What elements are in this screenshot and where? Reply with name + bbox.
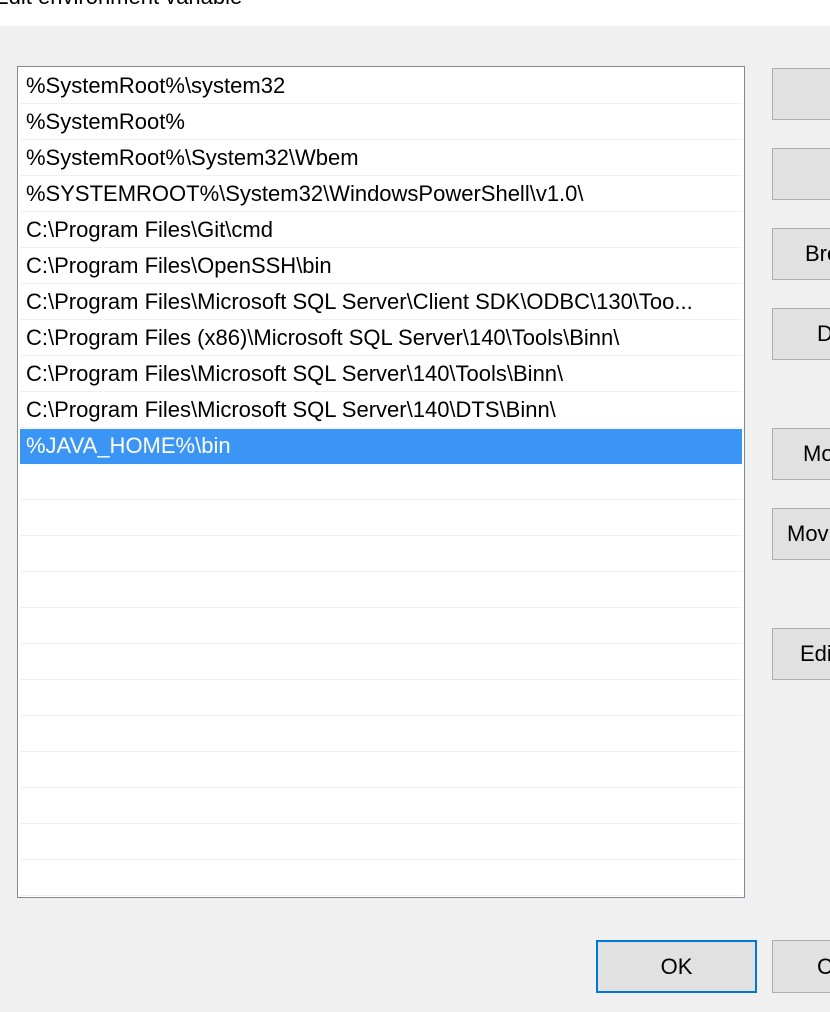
edit-text-button[interactable]: Edi — [772, 628, 830, 680]
empty-list-row[interactable] — [20, 753, 742, 788]
list-item[interactable]: %SystemRoot%\system32 — [20, 69, 742, 104]
list-item[interactable]: C:\Program Files\Microsoft SQL Server\Cl… — [20, 285, 742, 320]
empty-list-row[interactable] — [20, 537, 742, 572]
browse-button[interactable]: Bro — [772, 228, 830, 280]
move-down-button[interactable]: Mov — [772, 508, 830, 560]
list-item[interactable]: %SYSTEMROOT%\System32\WindowsPowerShell\… — [20, 177, 742, 212]
window-title: Edit environment variable — [0, 0, 242, 10]
empty-list-row[interactable] — [20, 573, 742, 608]
empty-list-row[interactable] — [20, 609, 742, 644]
empty-list-row[interactable] — [20, 861, 742, 896]
empty-list-row[interactable] — [20, 681, 742, 716]
list-item[interactable]: C:\Program Files (x86)\Microsoft SQL Ser… — [20, 321, 742, 356]
edit-button[interactable] — [772, 148, 830, 200]
delete-button[interactable]: D — [772, 308, 830, 360]
ok-button[interactable]: OK — [596, 940, 757, 993]
list-item[interactable]: C:\Program Files\OpenSSH\bin — [20, 249, 742, 284]
empty-list-row[interactable] — [20, 645, 742, 680]
list-item[interactable]: C:\Program Files\Microsoft SQL Server\14… — [20, 357, 742, 392]
edit-env-variable-dialog: Edit environment variable %SystemRoot%\s… — [0, 0, 830, 1012]
list-item-selected[interactable]: %JAVA_HOME%\bin — [20, 429, 742, 464]
list-item[interactable]: C:\Program Files\Microsoft SQL Server\14… — [20, 393, 742, 428]
list-item[interactable]: %SystemRoot% — [20, 105, 742, 140]
empty-list-row[interactable] — [20, 717, 742, 752]
title-bar: Edit environment variable — [0, 0, 830, 26]
list-item[interactable]: C:\Program Files\Git\cmd — [20, 213, 742, 248]
new-button[interactable] — [772, 68, 830, 120]
empty-list-row[interactable] — [20, 501, 742, 536]
path-entries-list[interactable]: %SystemRoot%\system32 %SystemRoot% %Syst… — [17, 66, 745, 898]
list-item[interactable]: %SystemRoot%\System32\Wbem — [20, 141, 742, 176]
empty-list-row[interactable] — [20, 789, 742, 824]
empty-list-row[interactable] — [20, 465, 742, 500]
cancel-button[interactable]: C — [772, 940, 830, 993]
move-up-button[interactable]: Mo — [772, 428, 830, 480]
empty-list-row[interactable] — [20, 825, 742, 860]
